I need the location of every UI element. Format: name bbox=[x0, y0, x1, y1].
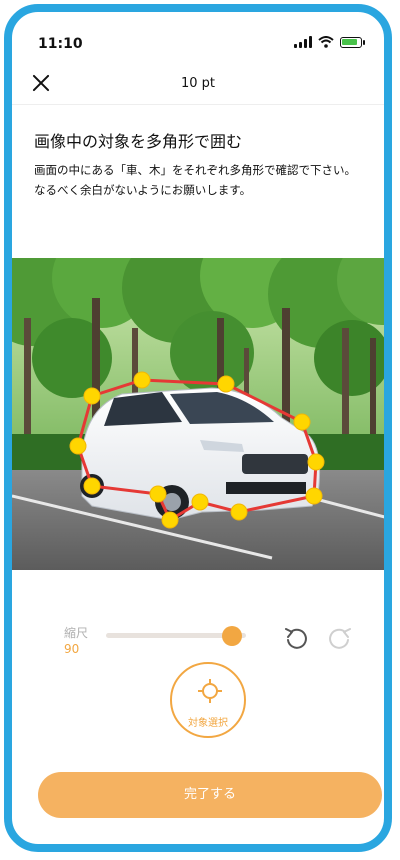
battery-icon bbox=[340, 36, 365, 48]
photo-canvas[interactable] bbox=[12, 258, 384, 570]
task-description-line-2: なるべく余白がないようにお願いします。 bbox=[34, 183, 252, 197]
tree-canopy bbox=[12, 258, 384, 398]
select-target-button[interactable]: 対象選択 bbox=[170, 662, 246, 738]
undo-icon[interactable] bbox=[282, 624, 310, 652]
polygon-vertex[interactable] bbox=[149, 485, 167, 503]
complete-button[interactable]: 完了する bbox=[38, 772, 382, 818]
status-time: 11:10 bbox=[38, 36, 83, 52]
polygon-vertex[interactable] bbox=[161, 511, 179, 529]
zoom-label: 縮尺 bbox=[64, 626, 89, 640]
zoom-slider[interactable] bbox=[106, 626, 246, 646]
polygon-vertex[interactable] bbox=[83, 387, 101, 405]
task-description: 画面の中にある「車、木」をそれぞれ多角形で確認で下さい。 なるべく余白がないよう… bbox=[34, 160, 374, 200]
task-description-line-1: 画面の中にある「車、木」をそれぞれ多角形で確認で下さい。 bbox=[34, 163, 356, 177]
points-label: 10 pt bbox=[180, 76, 216, 91]
polygon-vertex[interactable] bbox=[191, 493, 209, 511]
polygon-vertex[interactable] bbox=[307, 453, 325, 471]
phone-frame: 11:10 10 pt 画像中の対象を多角形で囲む 画面の中にある「車、木」をそ… bbox=[4, 4, 392, 852]
zoom-slider-thumb[interactable] bbox=[222, 626, 242, 646]
polygon-vertex[interactable] bbox=[293, 413, 311, 431]
status-bar: 11:10 bbox=[12, 12, 384, 56]
polygon-vertex[interactable] bbox=[133, 371, 151, 389]
task-title: 画像中の対象を多角形で囲む bbox=[34, 132, 243, 151]
polygon-vertex[interactable] bbox=[230, 503, 248, 521]
signal-icon bbox=[294, 36, 312, 48]
polygon-vertex[interactable] bbox=[217, 375, 235, 393]
header: 10 pt bbox=[12, 64, 384, 105]
polygon-vertex[interactable] bbox=[69, 437, 87, 455]
wifi-icon bbox=[318, 36, 334, 48]
annotation-image[interactable] bbox=[12, 258, 384, 570]
zoom-value: 90 bbox=[64, 642, 80, 656]
polygon-vertex[interactable] bbox=[305, 487, 323, 505]
battery-level bbox=[342, 38, 357, 45]
polygon-vertex[interactable] bbox=[83, 477, 101, 495]
status-icons bbox=[294, 36, 365, 48]
redo-icon[interactable] bbox=[326, 624, 354, 652]
select-target-label: 対象選択 bbox=[188, 718, 228, 729]
crosshair-icon bbox=[198, 679, 222, 703]
